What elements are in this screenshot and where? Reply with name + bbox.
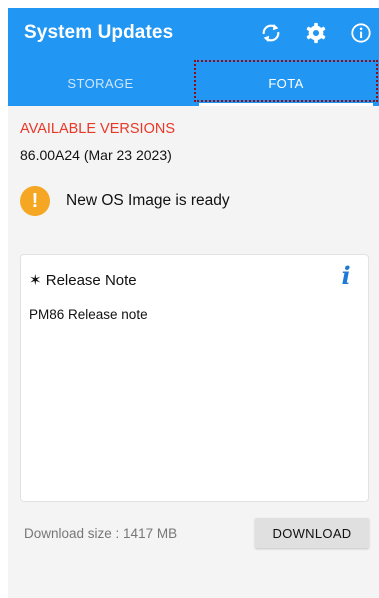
info-icon[interactable]: i	[336, 263, 356, 289]
status-text: New OS Image is ready	[66, 192, 230, 209]
download-size: Download size : 1417 MB	[24, 526, 178, 541]
gear-icon[interactable]	[303, 20, 329, 46]
tab-fota[interactable]: FOTA	[193, 60, 379, 106]
available-versions-title: AVAILABLE VERSIONS	[20, 121, 175, 137]
info-circle-icon[interactable]	[348, 20, 374, 46]
tab-storage-label: STORAGE	[67, 75, 134, 91]
warning-icon: !	[20, 186, 50, 216]
tab-selected-indicator	[199, 103, 373, 106]
tab-bar: STORAGE FOTA	[8, 60, 379, 106]
release-note-card: ✶ Release Note i PM86 Release note	[20, 254, 369, 502]
refresh-icon[interactable]	[258, 20, 284, 46]
app-bar: System Updates	[8, 8, 379, 60]
version-text: 86.00A24 (Mar 23 2023)	[20, 147, 172, 163]
download-button[interactable]: DOWNLOAD	[255, 518, 369, 548]
release-note-body: PM86 Release note	[29, 307, 148, 322]
release-note-heading: ✶ Release Note	[29, 272, 137, 289]
app-title: System Updates	[24, 22, 174, 43]
tab-storage[interactable]: STORAGE	[8, 60, 193, 106]
tab-fota-label: FOTA	[268, 75, 304, 91]
screen: System Updates STORAGE FOTA AVAILABLE VE…	[8, 8, 379, 598]
